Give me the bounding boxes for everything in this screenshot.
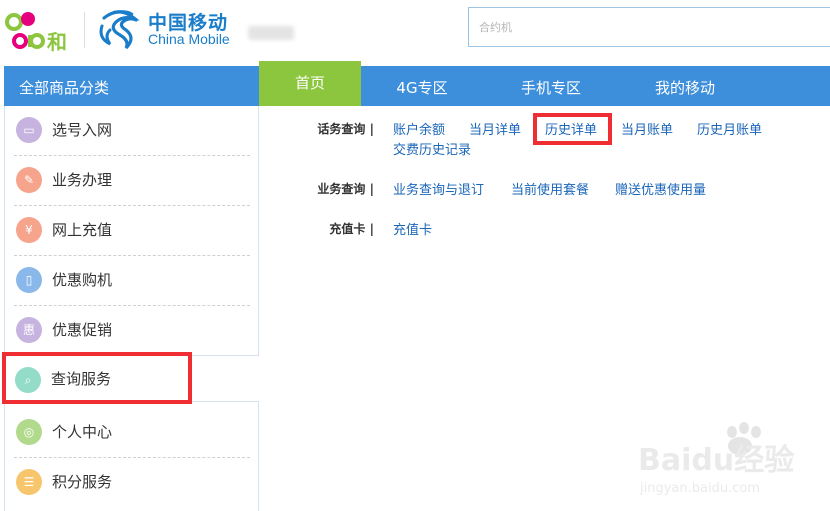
category-menu: ▭ 选号入网 ✎ 业务办理 ¥ 网上充值 ▯ 优惠购机 惠 优惠促销 [4,106,259,356]
blurred-region-label [248,26,294,40]
link-current-month-detail[interactable]: 当月详单 [469,119,521,138]
site-header: 和 中国移动 China Mobile [0,0,830,66]
link-recharge-card[interactable]: 充值卡 [393,219,432,238]
phone-icon: ▯ [16,267,42,293]
sidebar-item-label: 查询服务 [51,370,112,388]
row-label-call-query: 话务查询 | [317,122,374,136]
all-categories-header[interactable]: 全部商品分类 [4,66,259,106]
hui-icon: 惠 [16,317,42,343]
link-history-detail[interactable]: 历史详单 [545,119,597,138]
query-menu-panel: 话务查询 | 账户余额 当月详单 历史详单 当月账单 历史月账单 交费历史记录 … [259,106,830,511]
search-icon: ⌕ [15,367,41,393]
sidebar-item-label: 业务办理 [52,171,113,189]
sidebar-item-query-service[interactable]: ⌕ 查询服务 [4,356,259,401]
row-label-business-query: 业务查询 | [317,182,374,196]
sidebar-item-recharge[interactable]: ¥ 网上充值 [14,206,250,256]
tab-my-mobile[interactable]: 我的移动 [619,66,751,106]
sim-card-icon: ▭ [16,117,42,143]
link-history-monthly-bill[interactable]: 历史月账单 [697,119,762,138]
sidebar-item-buy-phone[interactable]: ▯ 优惠购机 [14,256,250,306]
link-current-month-bill[interactable]: 当月账单 [621,119,673,138]
sidebar-item-select-number[interactable]: ▭ 选号入网 [14,106,250,156]
points-icon: ☰ [16,469,42,495]
sidebar-item-label: 积分服务 [52,473,113,491]
search-input[interactable] [468,7,830,47]
link-business-query-unsubscribe[interactable]: 业务查询与退订 [393,179,484,198]
svg-text:和: 和 [47,30,67,52]
sidebar-item-label: 个人中心 [52,423,113,441]
row-label-text: 业务查询 [317,182,366,196]
logo-divider [84,12,85,48]
china-mobile-logo-icon[interactable] [96,8,142,50]
yen-icon: ¥ [16,217,42,243]
category-menu-lower: ◎ 个人中心 ☰ 积分服务 [4,401,259,511]
sidebar-item-points[interactable]: ☰ 积分服务 [14,458,250,508]
nav-tab-bar: 首页 4G专区 手机专区 我的移动 [259,61,830,106]
sidebar-item-label: 选号入网 [52,121,113,139]
and-he-logo[interactable]: 和 [4,6,74,52]
sidebar-item-personal-center[interactable]: ◎ 个人中心 [14,408,250,458]
link-account-balance[interactable]: 账户余额 [393,119,445,138]
pencil-icon: ✎ [16,167,42,193]
tab-phone-zone[interactable]: 手机专区 [483,66,619,106]
sidebar-item-label: 优惠促销 [52,321,113,339]
tab-home[interactable]: 首页 [259,61,361,106]
link-current-plan[interactable]: 当前使用套餐 [511,179,589,198]
main-nav: 全部商品分类 首页 4G专区 手机专区 我的移动 [0,61,830,106]
link-bonus-usage[interactable]: 赠送优惠使用量 [615,179,706,198]
sidebar-item-promotions[interactable]: 惠 优惠促销 [14,306,250,356]
row-label-text: 话务查询 [317,122,366,136]
row-label-text: 充值卡 [329,222,366,236]
tab-4g-zone[interactable]: 4G专区 [361,66,483,106]
sidebar-item-business[interactable]: ✎ 业务办理 [14,156,250,206]
mouse-icon: ◎ [16,419,42,445]
sidebar-item-label: 网上充值 [52,221,113,239]
link-payment-history[interactable]: 交费历史记录 [393,139,471,158]
row-label-recharge-card: 充值卡 | [329,222,374,236]
brand-name-en: China Mobile [148,31,230,47]
sidebar-item-label: 优惠购机 [52,271,113,289]
